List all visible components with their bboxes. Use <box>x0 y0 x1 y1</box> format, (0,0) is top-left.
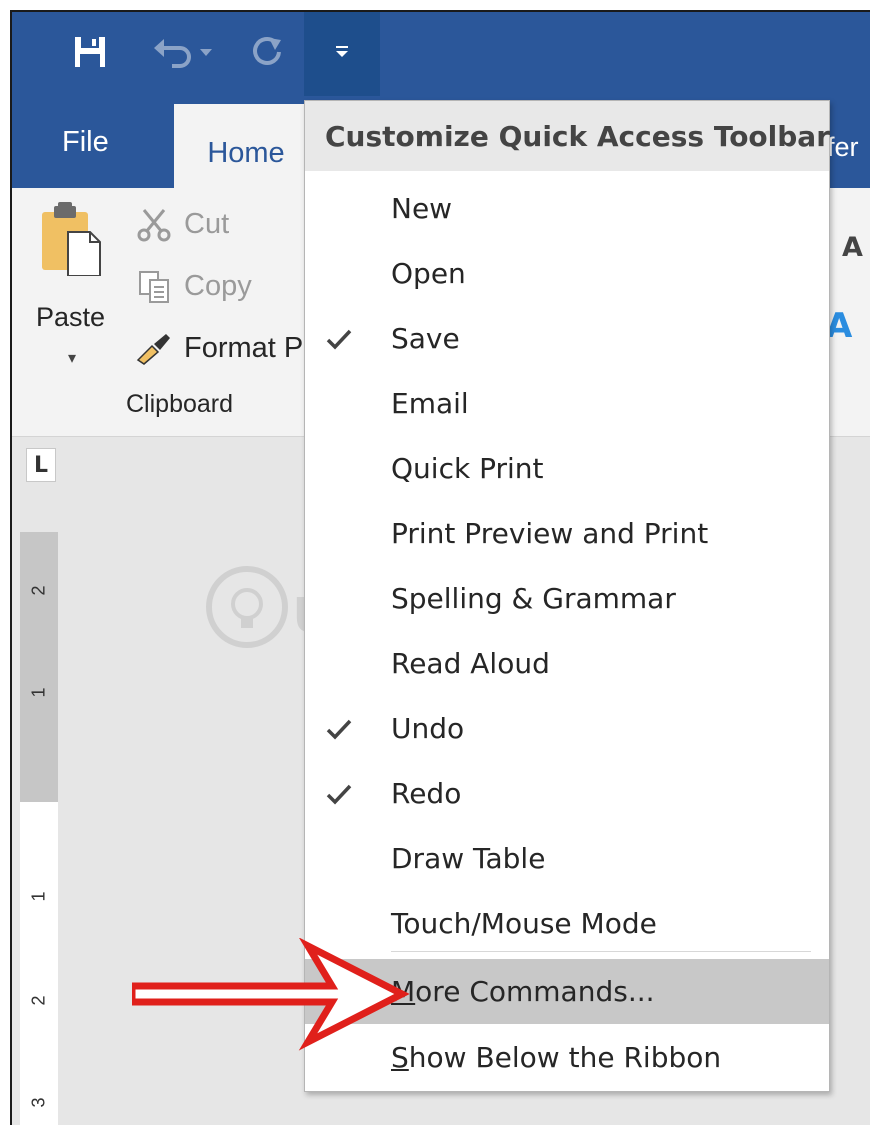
menu-item-label: Quick Print <box>391 452 544 485</box>
menu-item-label: Read Aloud <box>391 647 550 680</box>
menu-separator <box>391 951 811 952</box>
tab-home[interactable]: Home <box>174 104 318 192</box>
qat-redo-button[interactable] <box>237 12 297 96</box>
copy-button[interactable]: Copy <box>134 266 252 306</box>
menu-item-label: New <box>391 192 453 225</box>
paste-button[interactable]: Paste <box>36 302 105 333</box>
ruler-mark: 2 <box>28 995 49 1006</box>
ruler-mark: 1 <box>28 891 49 902</box>
menu-item-label: Touch/Mouse Mode <box>391 907 657 940</box>
menu-item-email[interactable]: Email <box>305 371 829 436</box>
undo-icon <box>150 34 220 74</box>
title-bar <box>12 12 870 96</box>
copy-label: Copy <box>184 269 252 302</box>
tab-file[interactable]: File <box>62 126 109 159</box>
ruler-mark: 2 <box>28 585 49 596</box>
qat-undo-button[interactable] <box>140 12 230 96</box>
menu-item-label: Save <box>391 322 460 355</box>
menu-item-label: Draw Table <box>391 842 546 875</box>
ruler-mark: 3 <box>28 1097 49 1108</box>
paste-dropdown-icon[interactable]: ▾ <box>68 348 76 367</box>
cut-button[interactable]: Cut <box>134 204 229 244</box>
menu-item-open[interactable]: Open <box>305 241 829 306</box>
font-size-glyph[interactable]: A <box>842 232 863 263</box>
paste-icon[interactable] <box>40 202 102 277</box>
menu-item-spelling-grammar[interactable]: Spelling & Grammar <box>305 566 829 631</box>
red-arrow-annotation <box>132 938 410 1051</box>
menu-item-quick-print[interactable]: Quick Print <box>305 436 829 501</box>
menu-item-label: Undo <box>391 712 465 745</box>
menu-item-print-preview[interactable]: Print Preview and Print <box>305 501 829 566</box>
cut-label: Cut <box>184 207 230 240</box>
menu-item-label: Spelling & Grammar <box>391 582 676 615</box>
ruler-mark: 1 <box>28 687 49 698</box>
ruler-page <box>20 802 58 1125</box>
format-painter-button[interactable]: Format P <box>134 328 303 368</box>
clipboard-group-label: Clipboard <box>126 390 234 418</box>
checkmark-icon <box>321 776 357 812</box>
menu-item-label: Open <box>391 257 466 290</box>
label-rest: ore Commands... <box>415 975 655 1008</box>
checkmark-icon <box>321 321 357 357</box>
qat-save-button[interactable] <box>60 12 120 96</box>
menu-item-label: Print Preview and Print <box>391 517 709 550</box>
format-painter-label: Format P <box>184 331 304 364</box>
menu-item-save[interactable]: Save <box>305 306 829 371</box>
vertical-ruler: 2 1 1 2 3 <box>20 532 58 1125</box>
dropdown-arrow-icon <box>334 44 350 64</box>
menu-item-undo[interactable]: Undo <box>305 696 829 761</box>
copy-icon <box>134 266 174 306</box>
label-rest: how Below the Ribbon <box>408 1041 722 1074</box>
word-window: File Home efer Paste ▾ Cut Copy Format P… <box>10 10 870 1125</box>
menu-title: Customize Quick Access Toolbar <box>305 101 830 171</box>
menu-item-label: More Commands... <box>391 975 655 1008</box>
checkmark-icon <box>321 711 357 747</box>
menu-item-label: Email <box>391 387 469 420</box>
menu-item-label: Redo <box>391 777 462 810</box>
menu-item-new[interactable]: New <box>305 176 829 241</box>
menu-item-label: Show Below the Ribbon <box>391 1041 721 1074</box>
save-icon <box>72 34 108 74</box>
scissors-icon <box>134 204 174 244</box>
menu-item-redo[interactable]: Redo <box>305 761 829 826</box>
lightbulb-icon <box>202 562 292 656</box>
redo-icon <box>249 34 285 74</box>
menu-item-draw-table[interactable]: Draw Table <box>305 826 829 891</box>
tab-selector[interactable]: L <box>26 448 56 482</box>
menu-item-read-aloud[interactable]: Read Aloud <box>305 631 829 696</box>
paintbrush-icon <box>134 328 174 368</box>
tab-home-label: Home <box>207 136 285 169</box>
customize-qat-button[interactable] <box>304 12 380 96</box>
